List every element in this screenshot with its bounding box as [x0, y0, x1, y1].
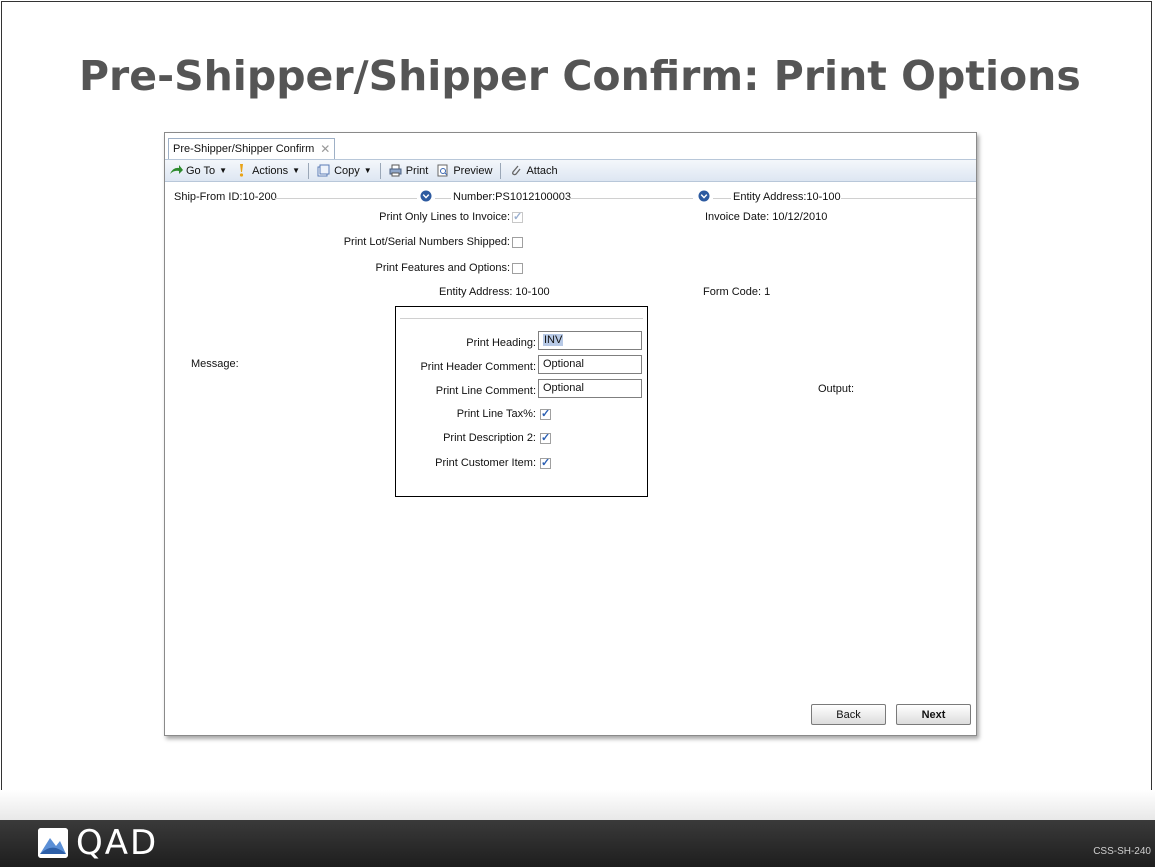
chevron-down-icon: ▼ — [363, 166, 372, 175]
line-comment-label: Print Line Comment: — [435, 385, 536, 397]
divider — [435, 198, 451, 199]
divider — [713, 198, 731, 199]
actions-icon — [235, 164, 248, 177]
expand-down-icon[interactable] — [420, 190, 432, 205]
goto-label: Go To — [186, 164, 216, 177]
next-button[interactable]: Next — [896, 704, 971, 725]
message-label: Message: — [191, 358, 239, 370]
print-options-panel: Print Heading: INV Print Header Comment:… — [395, 306, 648, 497]
footer-fade — [0, 790, 1155, 820]
header-comment-label: Print Header Comment: — [420, 361, 536, 373]
goto-arrow-icon — [169, 164, 183, 177]
print-features-checkbox[interactable] — [512, 263, 523, 274]
slide-code: CSS-SH-240 — [1093, 846, 1151, 857]
toolbar-separator — [308, 162, 310, 179]
actions-button[interactable]: Actions ▼ — [235, 164, 300, 177]
divider — [400, 318, 643, 319]
preview-button[interactable]: Preview — [436, 164, 492, 177]
footer-bar — [0, 820, 1155, 867]
back-button[interactable]: Back — [811, 704, 886, 725]
print-only-lines-checkbox[interactable] — [512, 210, 523, 223]
print-icon — [389, 164, 402, 177]
actions-label: Actions — [252, 164, 289, 177]
divider — [275, 198, 417, 199]
divider — [841, 198, 976, 199]
attach-button[interactable]: Attach — [509, 164, 558, 177]
form-code: Form Code: 1 — [703, 286, 771, 298]
qad-wordmark: QAD — [76, 823, 159, 863]
print-button[interactable]: Print — [389, 164, 429, 177]
tab-bar: Pre-Shipper/Shipper Confirm ✕ — [165, 133, 976, 160]
toolbar: Go To ▼ Actions ▼ Copy ▼ Print Preview A… — [165, 160, 976, 182]
print-heading-input[interactable]: INV — [538, 331, 642, 350]
print-lot-serial-checkbox[interactable] — [512, 237, 523, 248]
attach-label: Attach — [526, 164, 558, 177]
copy-label: Copy — [334, 164, 360, 177]
header-comment-input[interactable]: Optional — [538, 355, 642, 374]
entity-address: Entity Address: 10-100 — [439, 286, 550, 298]
description-2-label: Print Description 2: — [443, 432, 536, 444]
line-tax-checkbox[interactable] — [540, 407, 551, 420]
preview-icon — [436, 164, 449, 177]
tab-pre-shipper-confirm[interactable]: Pre-Shipper/Shipper Confirm ✕ — [168, 138, 336, 159]
print-heading-label: Print Heading: — [466, 337, 536, 349]
customer-item-label: Print Customer Item: — [435, 457, 536, 469]
app-window: Pre-Shipper/Shipper Confirm ✕ Go To ▼ Ac… — [164, 132, 977, 736]
attach-icon — [509, 164, 522, 177]
print-features-label: Print Features and Options: — [375, 262, 510, 274]
goto-button[interactable]: Go To ▼ — [169, 164, 227, 177]
print-lot-serial-label: Print Lot/Serial Numbers Shipped: — [343, 236, 510, 248]
copy-icon — [317, 164, 330, 177]
chevron-down-icon: ▼ — [292, 166, 301, 175]
print-heading-value: INV — [543, 334, 564, 346]
print-label: Print — [405, 164, 429, 177]
invoice-date: Invoice Date: 10/12/2010 — [705, 211, 828, 223]
expand-down-icon[interactable] — [698, 190, 710, 205]
line-comment-input[interactable]: Optional — [538, 379, 642, 398]
toolbar-separator — [379, 162, 381, 179]
ship-from-id: Ship-From ID:10-200 — [174, 191, 277, 203]
copy-button[interactable]: Copy ▼ — [317, 164, 372, 177]
header-row: Ship-From ID:10-200 Number:PS1012100003 … — [165, 190, 976, 205]
slide-title: Pre-Shipper/Shipper Confirm: Print Optio… — [79, 52, 1081, 100]
close-icon[interactable]: ✕ — [320, 142, 330, 156]
divider — [569, 198, 693, 199]
line-tax-label: Print Line Tax%: — [456, 408, 536, 420]
qad-logo-icon — [38, 828, 68, 858]
shipper-number: Number:PS1012100003 — [453, 191, 572, 203]
customer-item-checkbox[interactable] — [540, 456, 551, 469]
toolbar-separator — [500, 162, 502, 179]
description-2-checkbox[interactable] — [540, 431, 551, 444]
entity-address-header: Entity Address:10-100 — [733, 191, 841, 203]
output-label: Output: — [818, 383, 855, 395]
print-only-lines-label: Print Only Lines to Invoice: — [379, 211, 510, 223]
chevron-down-icon: ▼ — [219, 166, 228, 175]
preview-label: Preview — [453, 164, 493, 177]
qad-logo: QAD — [38, 826, 158, 860]
tab-label: Pre-Shipper/Shipper Confirm — [173, 143, 315, 155]
